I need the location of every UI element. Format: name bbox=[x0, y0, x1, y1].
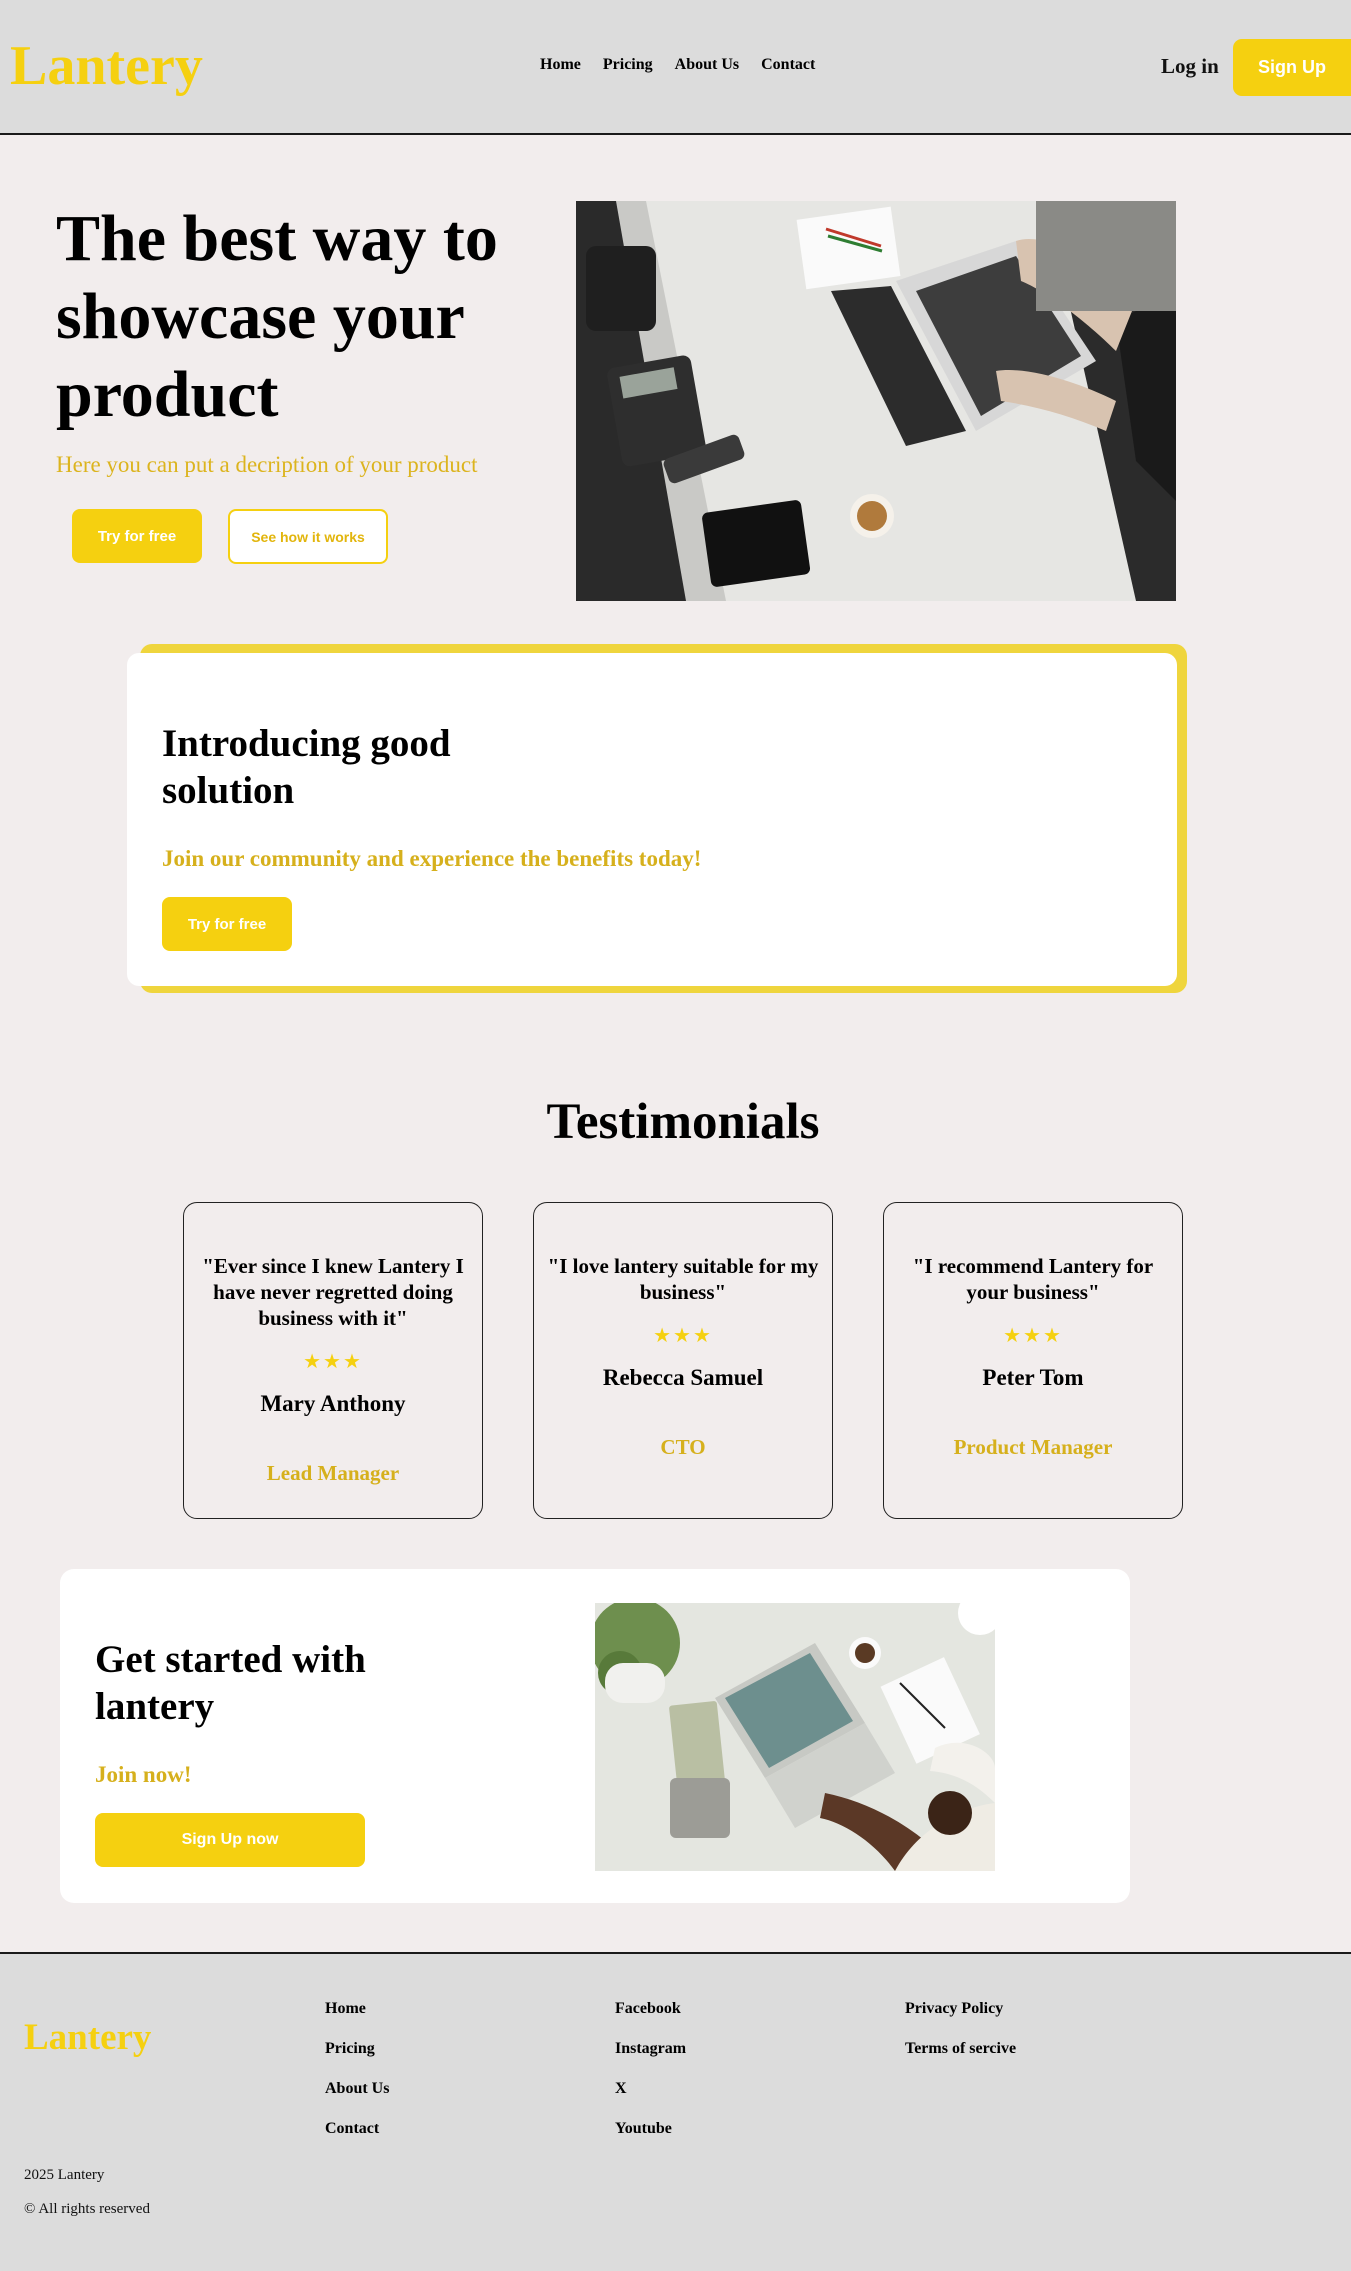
testimonial-card: "I recommend Lantery for your business" … bbox=[883, 1202, 1183, 1519]
signup-button[interactable]: Sign Up bbox=[1233, 39, 1351, 96]
footer-pricing-link[interactable]: Pricing bbox=[325, 2040, 389, 2058]
testimonial-role: Lead Manager bbox=[266, 1461, 400, 1485]
desk-laptop-illustration bbox=[595, 1603, 995, 1871]
footer-logo[interactable]: Lantery bbox=[24, 2016, 151, 2059]
testimonial-quote: "Ever since I knew Lantery I have never … bbox=[202, 1254, 464, 1330]
footer-social-column: Facebook Instagram X Youtube bbox=[615, 2000, 686, 2138]
testimonial-name: Mary Anthony bbox=[260, 1391, 406, 1416]
brand-logo[interactable]: Lantery bbox=[10, 34, 203, 98]
site-header: Lantery Home Pricing About Us Contact Lo… bbox=[0, 0, 1351, 135]
footer-terms-link[interactable]: Terms of sercive bbox=[905, 2040, 1016, 2058]
testimonial-card: "I love lantery suitable for my business… bbox=[533, 1202, 833, 1519]
intro-subtitle: Join our community and experience the be… bbox=[162, 846, 702, 871]
star-rating-icon: ★★★ bbox=[1003, 1325, 1063, 1347]
footer-rights: © All rights reserved bbox=[24, 2201, 150, 2217]
testimonial-role: Product Manager bbox=[953, 1435, 1113, 1459]
intro-title: Introducing good solution bbox=[162, 722, 451, 812]
hero-image-workspace bbox=[576, 201, 1176, 601]
get-started-image bbox=[595, 1603, 995, 1871]
nav-home-link[interactable]: Home bbox=[540, 56, 581, 74]
main-nav: Home Pricing About Us Contact bbox=[540, 56, 815, 74]
footer-instagram-link[interactable]: Instagram bbox=[615, 2040, 686, 2058]
intro-try-free-button[interactable]: Try for free bbox=[162, 897, 292, 951]
get-started-join: Join now! bbox=[95, 1762, 192, 1787]
workspace-illustration bbox=[576, 201, 1176, 601]
footer-contact-link[interactable]: Contact bbox=[325, 2120, 389, 2138]
testimonial-quote: "I love lantery suitable for my business… bbox=[547, 1254, 819, 1304]
nav-pricing-link[interactable]: Pricing bbox=[603, 56, 653, 74]
footer-home-link[interactable]: Home bbox=[325, 2000, 389, 2018]
footer-year: 2025 Lantery bbox=[24, 2167, 105, 2183]
nav-about-link[interactable]: About Us bbox=[675, 56, 739, 74]
hero-see-how-button[interactable]: See how it works bbox=[228, 509, 388, 564]
testimonial-name: Peter Tom bbox=[982, 1365, 1084, 1390]
sign-up-now-button[interactable]: Sign Up now bbox=[95, 1813, 365, 1867]
star-rating-icon: ★★★ bbox=[303, 1351, 363, 1373]
footer-legal-column: Privacy Policy Terms of sercive bbox=[905, 2000, 1016, 2058]
hero-try-free-button[interactable]: Try for free bbox=[72, 509, 202, 563]
get-started-title: Get started with lantery bbox=[95, 1638, 366, 1728]
testimonial-name: Rebecca Samuel bbox=[602, 1365, 764, 1390]
testimonial-card: "Ever since I knew Lantery I have never … bbox=[183, 1202, 483, 1519]
footer-about-link[interactable]: About Us bbox=[325, 2080, 389, 2098]
nav-contact-link[interactable]: Contact bbox=[761, 56, 815, 74]
footer-x-link[interactable]: X bbox=[615, 2080, 686, 2098]
testimonial-quote: "I recommend Lantery for your business" bbox=[912, 1254, 1154, 1304]
footer-privacy-link[interactable]: Privacy Policy bbox=[905, 2000, 1016, 2018]
testimonial-role: CTO bbox=[660, 1435, 706, 1459]
footer-youtube-link[interactable]: Youtube bbox=[615, 2120, 686, 2138]
login-link[interactable]: Log in bbox=[1161, 54, 1219, 79]
testimonials-heading: Testimonials bbox=[546, 1094, 820, 1150]
hero-title: The best way to showcase your product bbox=[56, 202, 498, 431]
star-rating-icon: ★★★ bbox=[653, 1325, 713, 1347]
hero-description: Here you can put a decription of your pr… bbox=[56, 452, 478, 477]
footer-pages-column: Home Pricing About Us Contact bbox=[325, 2000, 389, 2138]
footer-facebook-link[interactable]: Facebook bbox=[615, 2000, 686, 2018]
